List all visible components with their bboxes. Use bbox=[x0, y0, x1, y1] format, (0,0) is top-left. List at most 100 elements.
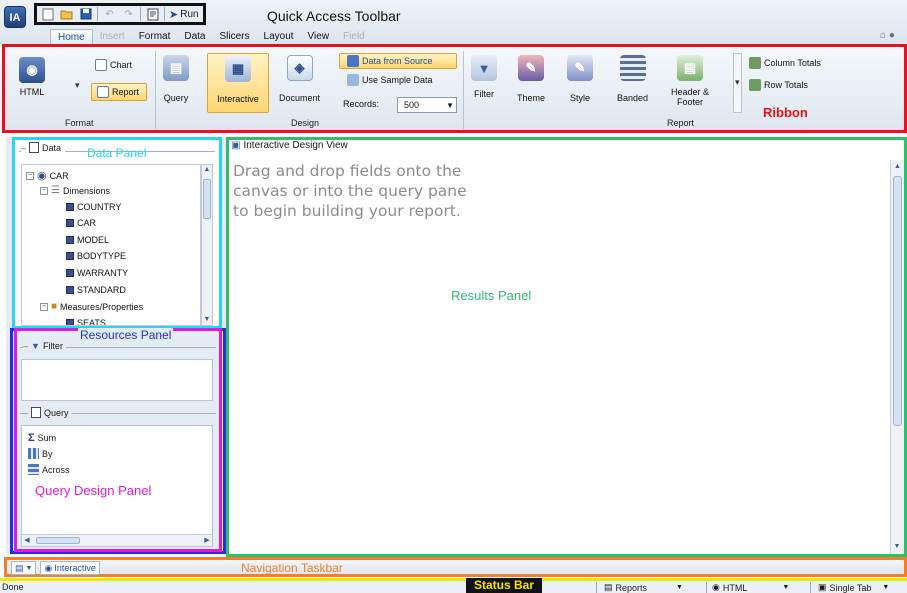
run-button[interactable]: ➤ Run bbox=[169, 8, 199, 21]
theme-label: Theme bbox=[517, 93, 546, 103]
tree-field[interactable]: BODYTYPE bbox=[66, 251, 126, 261]
query-hscrollbar[interactable]: ◀ ▶ bbox=[22, 534, 212, 546]
ribbon-tabs: Home Insert Format Data Slicers Layout V… bbox=[50, 29, 372, 44]
reports-selector[interactable]: ▤ Reports ▼ bbox=[604, 582, 683, 593]
status-separator bbox=[810, 582, 811, 593]
tab-view[interactable]: View bbox=[301, 29, 337, 44]
filter-button[interactable]: ▼ Filter bbox=[471, 55, 497, 99]
scroll-down-icon[interactable]: ▼ bbox=[202, 315, 212, 325]
tab-slicers[interactable]: Slicers bbox=[213, 29, 257, 44]
scroll-up-icon[interactable]: ▲ bbox=[202, 165, 212, 175]
banded-icon bbox=[619, 55, 646, 81]
scroll-down-icon[interactable]: ▼ bbox=[892, 542, 902, 552]
filter-section-header[interactable]: – ▼ Filter bbox=[23, 341, 66, 351]
data-tree: − ◉ CAR − ☰ Dimensions COUNTRY CAR MODEL… bbox=[21, 164, 201, 326]
tree-field[interactable]: CAR bbox=[66, 218, 96, 228]
header-footer-button[interactable]: ▤ Header & Footer bbox=[671, 55, 709, 107]
help-icon[interactable]: ⌂ ● bbox=[880, 30, 895, 41]
format-selector[interactable]: ◉ HTML ▼ bbox=[712, 582, 789, 593]
collapse-icon[interactable]: − bbox=[40, 186, 48, 195]
scroll-thumb[interactable] bbox=[893, 176, 902, 426]
data-tab[interactable]: – Data bbox=[21, 142, 66, 153]
tree-field[interactable]: SEATS bbox=[66, 318, 106, 325]
collapse-icon[interactable]: − bbox=[26, 171, 34, 180]
scroll-thumb[interactable] bbox=[36, 537, 80, 544]
tree-field[interactable]: MODEL bbox=[66, 235, 109, 245]
data-from-source-button[interactable]: Data from Source bbox=[347, 55, 433, 67]
undo-icon[interactable]: ↶ bbox=[102, 7, 117, 21]
chevron-down-icon: ▼ bbox=[25, 564, 33, 572]
nav-menu-button[interactable]: ▤ ▼ bbox=[11, 561, 37, 575]
query-button[interactable]: ▤ Query bbox=[163, 55, 189, 103]
redo-icon[interactable]: ↷ bbox=[121, 7, 136, 21]
filter-label: Filter bbox=[474, 89, 494, 99]
row-totals-button[interactable]: Row Totals bbox=[749, 79, 808, 91]
save-icon[interactable] bbox=[78, 7, 93, 21]
query-item-across[interactable]: Across bbox=[28, 464, 70, 475]
totals-dropdown-icon[interactable]: ▾ bbox=[735, 77, 740, 88]
banded-button[interactable]: Banded bbox=[617, 55, 648, 103]
qat-annotation: Quick Access Toolbar bbox=[267, 8, 401, 24]
tab-data[interactable]: Data bbox=[177, 29, 212, 44]
app-logo-button[interactable]: IA bbox=[4, 6, 26, 28]
drop-hint-line: Drag and drop fields onto the bbox=[233, 162, 462, 180]
tree-field[interactable]: WARRANTY bbox=[66, 268, 128, 278]
scroll-right-icon[interactable]: ▶ bbox=[202, 536, 212, 546]
ribbon-separator bbox=[463, 51, 464, 129]
field-label: COUNTRY bbox=[77, 202, 122, 212]
run-label: Run bbox=[180, 8, 199, 20]
design-view-tab[interactable]: ▣ Interactive Design View bbox=[229, 140, 348, 151]
format-dropdown-icon[interactable]: ▾ bbox=[75, 80, 80, 91]
status-text: Done bbox=[2, 582, 24, 592]
theme-button[interactable]: ✎ Theme bbox=[517, 55, 545, 103]
query-design-panel: – ▼ Filter – Query Σ Sum By Across ◀ ▶ Q… bbox=[14, 328, 222, 552]
tab-layout[interactable]: Layout bbox=[257, 29, 301, 44]
scroll-up-icon[interactable]: ▲ bbox=[893, 162, 903, 172]
query-item-label: Sum bbox=[37, 433, 57, 443]
results-scrollbar[interactable]: ▲ ▼ bbox=[890, 160, 904, 554]
tree-field[interactable]: COUNTRY bbox=[66, 202, 121, 212]
document-button[interactable]: ◈ Document bbox=[279, 55, 320, 103]
scroll-thumb[interactable] bbox=[203, 179, 211, 219]
header-footer-icon: ▤ bbox=[677, 55, 704, 81]
use-sample-data-button[interactable]: Use Sample Data bbox=[347, 74, 433, 86]
scroll-left-icon[interactable]: ◀ bbox=[22, 536, 32, 546]
open-icon[interactable] bbox=[59, 7, 74, 21]
tree-node-measures[interactable]: − ■ Measures/Properties bbox=[40, 301, 143, 312]
chart-button[interactable]: Chart bbox=[95, 59, 132, 71]
tree-root-label: CAR bbox=[49, 170, 69, 181]
tab-mode-selector[interactable]: ▣ Single Tab ▼ bbox=[818, 582, 889, 593]
interactive-label: Interactive bbox=[217, 94, 259, 104]
document-icon: ◈ bbox=[286, 55, 313, 81]
tab-format[interactable]: Format bbox=[132, 29, 178, 44]
query-item-sum[interactable]: Σ Sum bbox=[28, 432, 56, 444]
query-item-by[interactable]: By bbox=[28, 448, 53, 459]
tab-field[interactable]: Field bbox=[336, 29, 372, 44]
query-section-header[interactable]: – Query bbox=[23, 407, 72, 418]
collapse-icon[interactable]: − bbox=[40, 302, 48, 311]
records-select[interactable]: 500 ▼ bbox=[397, 97, 457, 113]
dimensions-icon: ☰ bbox=[51, 185, 60, 196]
tree-node-root[interactable]: − ◉ CAR bbox=[26, 169, 69, 182]
records-label: Records: bbox=[343, 99, 380, 109]
new-icon[interactable] bbox=[40, 7, 55, 21]
tab-home[interactable]: Home bbox=[50, 29, 93, 44]
tree-scrollbar[interactable]: ▲ ▼ bbox=[201, 164, 213, 326]
tree-field[interactable]: STANDARD bbox=[66, 285, 126, 295]
filter-drop-area[interactable] bbox=[21, 359, 213, 401]
data-panel-annotation: Data Panel bbox=[87, 146, 147, 160]
query-icon: ▤ bbox=[163, 55, 189, 81]
style-button[interactable]: ✎ Style bbox=[567, 55, 593, 103]
report-button[interactable]: Report bbox=[97, 86, 139, 98]
style-icon: ✎ bbox=[567, 55, 593, 81]
results-panel: ▣ Interactive Design View Drag and drop … bbox=[226, 137, 907, 557]
preview-icon[interactable] bbox=[145, 7, 160, 21]
html-button[interactable]: ◉ HTML bbox=[19, 57, 45, 97]
interactive-nav-button[interactable]: ◉ Interactive bbox=[40, 561, 100, 575]
column-totals-button[interactable]: Column Totals bbox=[749, 57, 821, 69]
navigation-taskbar: ▤ ▼ ◉ Interactive Navigation Taskbar bbox=[4, 557, 907, 577]
tree-node-dimensions[interactable]: − ☰ Dimensions bbox=[40, 185, 110, 196]
tab-insert[interactable]: Insert bbox=[93, 29, 132, 44]
interactive-button[interactable]: ▦ Interactive bbox=[207, 53, 269, 113]
banded-label: Banded bbox=[617, 93, 649, 103]
